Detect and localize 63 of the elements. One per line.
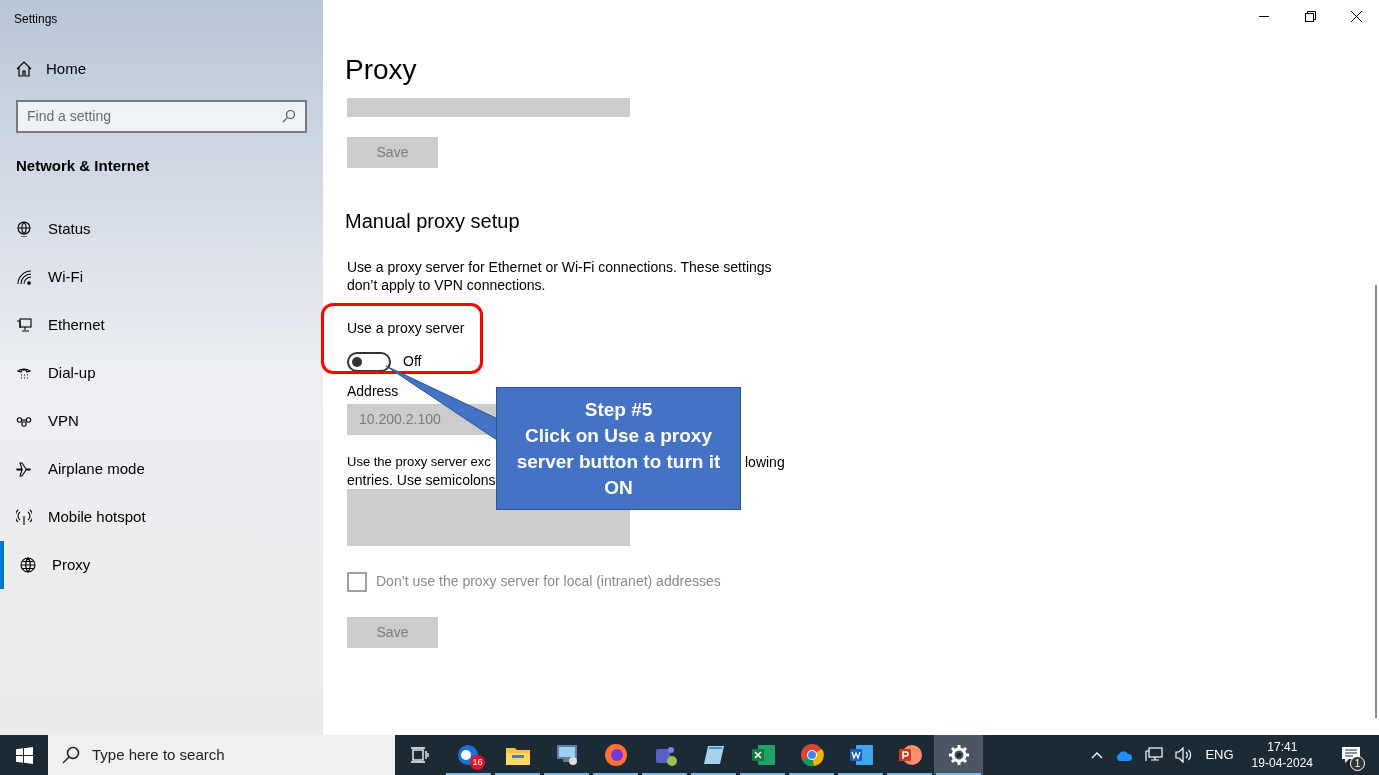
taskbar-app-button[interactable]: 16 (444, 735, 493, 775)
description-text: Use a proxy server for Ethernet or Wi-Fi connections. These settings don’t apply to VPN connections. (347, 258, 773, 294)
callout-text: Click on Use a proxy server button to turn it ON (515, 423, 722, 500)
notepad-icon (701, 744, 726, 766)
close-icon (1350, 10, 1362, 22)
windows-icon (15, 746, 33, 764)
presentation-app-icon (897, 744, 922, 766)
settings-icon (947, 744, 970, 766)
nav-item[interactable]: Status (0, 205, 323, 253)
search-field[interactable]: Find a setting (16, 99, 307, 133)
language-indicator[interactable]: ENG (1205, 745, 1234, 765)
home-icon (16, 61, 32, 78)
airplane-icon (16, 461, 32, 477)
restore-icon (1304, 10, 1316, 22)
wifi-icon (16, 269, 32, 285)
window-title: Settings (14, 11, 58, 28)
toggle-state: Off (403, 352, 422, 371)
exceptions-text: Use the proxy server exc (347, 453, 491, 471)
nav-item[interactable]: Wi-Fi (0, 253, 323, 301)
taskbar-app-button[interactable] (934, 735, 983, 775)
network-icon[interactable] (1145, 747, 1164, 763)
clock[interactable]: 17:41 19-04-2024 (1245, 739, 1319, 771)
status-icon (16, 221, 32, 237)
checkbox[interactable] (347, 571, 367, 592)
checkbox-label: Don’t use the proxy server for local (intranet) addresses (376, 572, 721, 591)
toggle-label: Use a proxy server (347, 319, 465, 338)
nav-item[interactable]: Airplane mode (0, 445, 323, 493)
ethernet-icon (16, 317, 32, 333)
speaker-icon[interactable] (1175, 747, 1194, 763)
hotspot-icon (16, 509, 32, 525)
search-icon (282, 109, 296, 123)
browser-icon (603, 743, 628, 767)
nav-item[interactable]: Mobile hotspot (0, 493, 323, 541)
search-input[interactable]: Find a setting (27, 105, 282, 127)
browser-icon (799, 743, 824, 767)
notification-button[interactable]: 1 (1331, 735, 1371, 775)
notification-badge: 1 (1350, 756, 1365, 771)
exceptions-text: entries. Use semicolons (347, 471, 496, 489)
dialup-icon (16, 365, 32, 381)
section-heading: Network & Internet (16, 155, 150, 176)
folder-icon (505, 745, 530, 765)
nav-item[interactable]: Proxy (0, 541, 323, 589)
nav-item[interactable]: VPN (0, 397, 323, 445)
document-app-icon (848, 744, 873, 766)
proxy-icon (20, 557, 36, 573)
task-view-icon (410, 747, 429, 763)
home-link[interactable]: Home (16, 58, 86, 81)
address-label: Address (347, 382, 399, 401)
taskbar-search-field[interactable]: Type here to search (48, 735, 395, 775)
exceptions-text: lowing (745, 453, 785, 471)
search-icon (62, 746, 80, 764)
section-heading: Manual proxy setup (345, 209, 520, 234)
cloud-icon[interactable] (1115, 749, 1134, 761)
nav-item[interactable]: Dial-up (0, 349, 323, 397)
nav-item[interactable]: Ethernet (0, 301, 323, 349)
callout-title: Step #5 (584, 397, 653, 422)
count-badge: 16 (470, 755, 485, 770)
scrollbar[interactable] (1375, 285, 1377, 718)
page-title: Proxy (345, 56, 417, 84)
search-input[interactable]: Type here to search (92, 743, 381, 767)
computer-icon (554, 744, 579, 766)
chevron-up-icon[interactable] (1091, 751, 1104, 759)
spreadsheet-icon (750, 744, 775, 766)
